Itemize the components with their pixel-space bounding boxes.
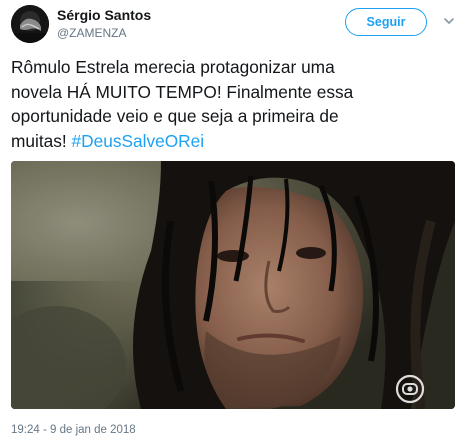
- author-name[interactable]: Sérgio Santos: [57, 7, 151, 23]
- tweet-media-image[interactable]: [11, 161, 455, 409]
- follow-button[interactable]: Seguir: [345, 8, 427, 36]
- avatar[interactable]: [11, 5, 49, 43]
- tweet-text-line: muitas! #DeusSalveORei: [11, 129, 461, 154]
- avatar-image: [11, 5, 49, 43]
- tweet-text-line: novela HÁ MUITO TEMPO! Finalmente essa: [11, 81, 354, 102]
- tweet-text: Rômulo Estrela merecia protagonizar uma …: [11, 55, 461, 153]
- chevron-down-icon[interactable]: [442, 14, 456, 28]
- media-photo: [11, 161, 455, 409]
- tweet-card: Sérgio Santos @ZAMENZA Seguir Rômulo Est…: [0, 0, 470, 445]
- tweet-text-fragment: muitas!: [11, 130, 72, 151]
- author-handle[interactable]: @ZAMENZA: [57, 26, 127, 40]
- tweet-text-line: oportunidade veio e que seja a primeira …: [11, 106, 339, 126]
- tweet-text-line: Rômulo Estrela merecia protagonizar uma: [11, 57, 335, 77]
- timestamp[interactable]: 19:24 - 9 de jan de 2018: [11, 424, 136, 436]
- hashtag-link[interactable]: #DeusSalveORei: [72, 131, 205, 151]
- globo-logo-icon: [395, 374, 425, 404]
